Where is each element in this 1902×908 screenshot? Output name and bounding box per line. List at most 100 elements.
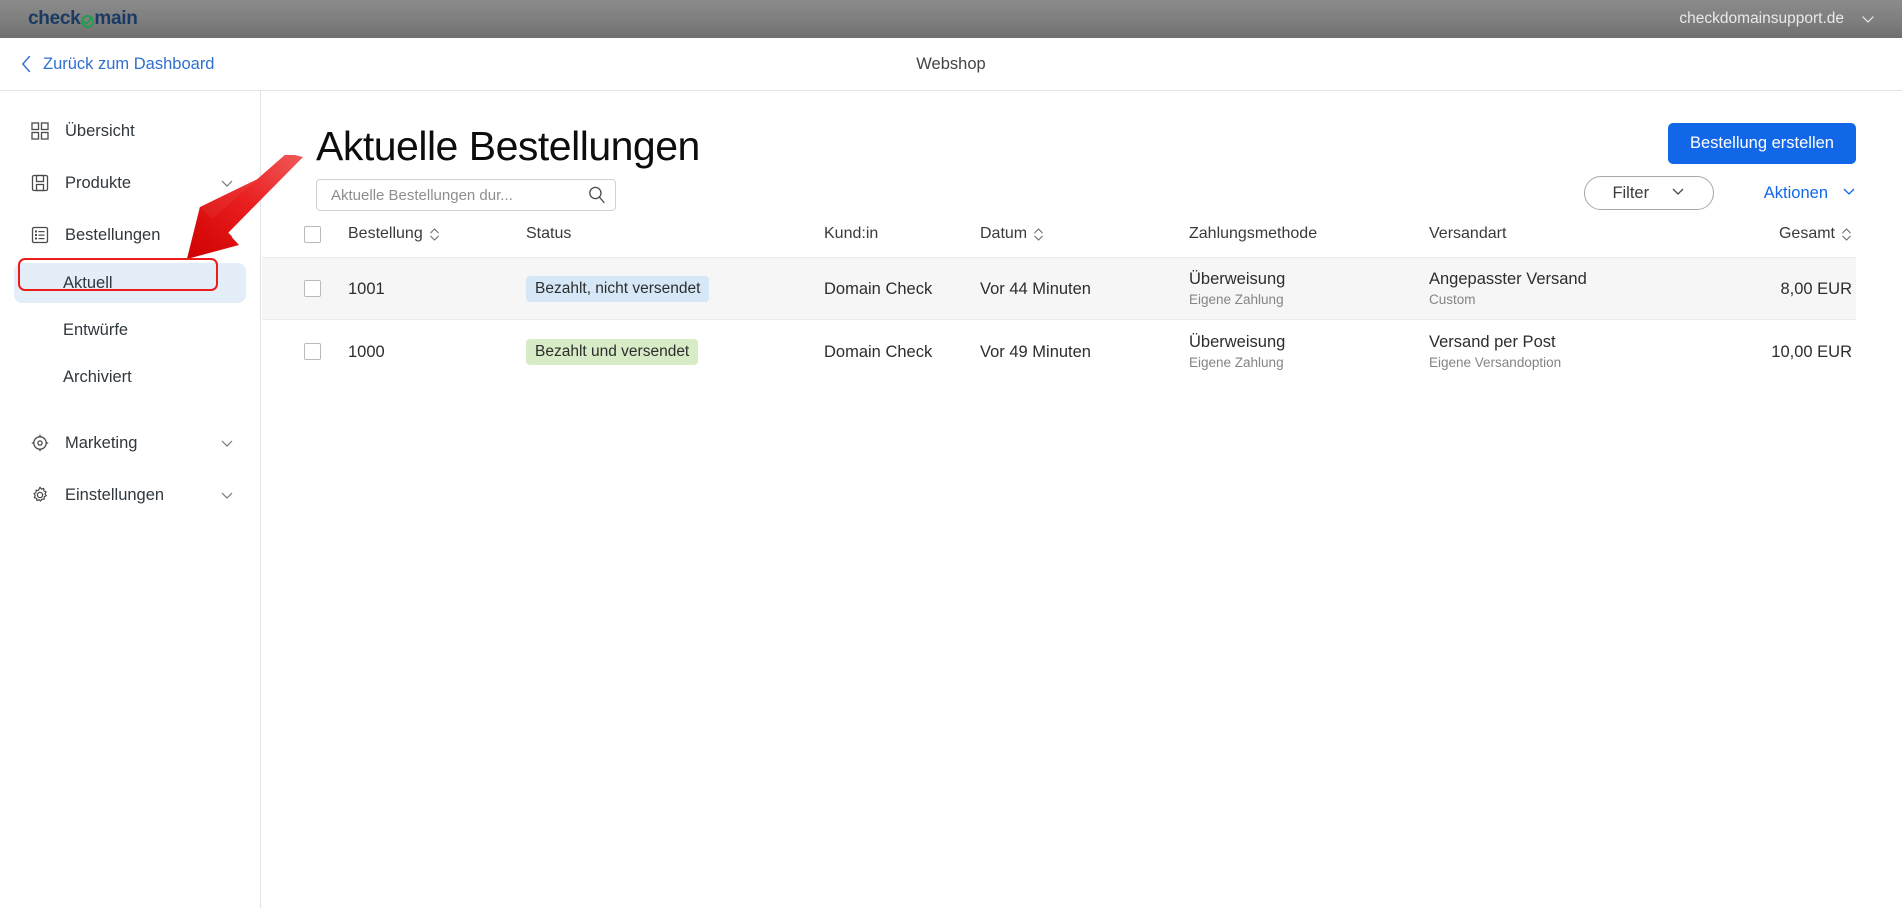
cell-date: Vor 44 Minuten [980, 279, 1189, 299]
payment-method-sub: Eigene Zahlung [1189, 291, 1429, 309]
logo-check-circle-icon [81, 13, 94, 26]
header-actions: Bestellung erstellen Filter Aktionen [1584, 123, 1856, 210]
sidebar-label: Produkte [65, 174, 220, 193]
spacer [0, 303, 260, 310]
customer-name: Domain Check [824, 280, 932, 298]
secondary-actions: Filter Aktionen [1584, 176, 1856, 210]
status-badge: Bezahlt, nicht versendet [526, 276, 709, 302]
actions-label: Aktionen [1764, 184, 1828, 203]
filter-label: Filter [1612, 184, 1649, 203]
sidebar-sublabel: Aktuell [63, 274, 113, 293]
col-label: Bestellung [348, 225, 423, 243]
order-number: 1001 [348, 280, 385, 298]
sidebar-label: Einstellungen [65, 486, 220, 505]
table-row[interactable]: 1000 Bezahlt und versendet Domain Check … [262, 320, 1856, 383]
search-icon[interactable] [587, 185, 607, 205]
sort-icon [1841, 227, 1852, 242]
cell-customer: Domain Check [824, 279, 980, 299]
sidebar-item-bestellungen[interactable]: Bestellungen [14, 215, 246, 255]
row-select-cell [276, 280, 348, 297]
sidebar-label: Übersicht [65, 122, 234, 141]
payment-method-sub: Eigene Zahlung [1189, 354, 1429, 372]
spacer [0, 350, 260, 357]
col-gesamt[interactable]: Gesamt [1686, 225, 1856, 243]
search-box [316, 179, 616, 211]
row-checkbox[interactable] [304, 343, 321, 360]
order-total: 10,00 EUR [1771, 343, 1852, 361]
account-name: checkdomainsupport.de [1679, 10, 1844, 28]
chevron-down-icon[interactable] [220, 488, 234, 502]
status-badge: Bezahlt und versendet [526, 339, 698, 365]
chevron-down-icon [1860, 11, 1876, 27]
sort-icon [429, 227, 440, 242]
top-bar: check main checkdomainsupport.de [0, 0, 1902, 38]
customer-name: Domain Check [824, 343, 932, 361]
target-icon [30, 434, 49, 453]
col-kundin: Kund:in [824, 225, 980, 243]
shipping-method: Versand per Post [1429, 332, 1686, 352]
sidebar-item-uebersicht[interactable]: Übersicht [14, 111, 246, 151]
order-date: Vor 49 Minuten [980, 343, 1091, 361]
cell-status: Bezahlt und versendet [526, 339, 824, 365]
cell-payment: Überweisung Eigene Zahlung [1189, 269, 1429, 309]
sidebar-item-archiviert[interactable]: Archiviert [14, 357, 246, 397]
table-header-row: Bestellung Status Kund:in Datum [262, 211, 1856, 257]
search-input[interactable] [316, 179, 616, 211]
col-status: Status [526, 225, 824, 243]
spacer [0, 255, 260, 263]
main-content: Aktuelle Bestellungen Bestellung erstell… [262, 91, 1902, 908]
chevron-down-icon [1842, 184, 1856, 203]
cell-date: Vor 49 Minuten [980, 342, 1189, 362]
sort-icon [1033, 227, 1044, 242]
shipping-method: Angepasster Versand [1429, 269, 1686, 289]
chevron-down-icon[interactable] [220, 436, 234, 450]
box-icon [30, 174, 49, 193]
col-datum[interactable]: Datum [980, 225, 1189, 243]
sidebar-item-entwuerfe[interactable]: Entwürfe [14, 310, 246, 350]
select-all-checkbox[interactable] [304, 226, 321, 243]
spacer [0, 397, 260, 423]
cell-shipping: Versand per Post Eigene Versandoption [1429, 332, 1686, 372]
col-label: Kund:in [824, 225, 878, 242]
sidebar-sublabel: Archiviert [63, 368, 132, 387]
sidebar-item-produkte[interactable]: Produkte [14, 163, 246, 203]
create-order-button[interactable]: Bestellung erstellen [1668, 123, 1856, 164]
chevron-down-icon [1671, 184, 1685, 203]
list-icon [30, 226, 49, 245]
col-zahlungsmethode: Zahlungsmethode [1189, 225, 1429, 243]
logo-text-suffix: main [94, 8, 137, 30]
col-bestellung[interactable]: Bestellung [348, 225, 526, 243]
cell-total: 10,00 EUR [1686, 342, 1856, 362]
payment-method: Überweisung [1189, 332, 1429, 352]
order-total: 8,00 EUR [1780, 280, 1852, 298]
shipping-method-sub: Eigene Versandoption [1429, 354, 1686, 372]
spacer [0, 151, 260, 163]
payment-method: Überweisung [1189, 269, 1429, 289]
chevron-up-icon[interactable] [220, 228, 234, 242]
cell-order-number: 1001 [348, 279, 526, 299]
col-label: Versandart [1429, 225, 1506, 242]
sidebar-item-marketing[interactable]: Marketing [14, 423, 246, 463]
checkdomain-logo[interactable]: check main [28, 8, 138, 30]
back-to-dashboard-link[interactable]: Zurück zum Dashboard [21, 55, 215, 74]
sidebar-label: Bestellungen [65, 226, 220, 245]
sidebar-item-einstellungen[interactable]: Einstellungen [14, 475, 246, 515]
filter-dropdown[interactable]: Filter [1584, 176, 1714, 210]
page-header: Aktuelle Bestellungen Bestellung erstell… [262, 91, 1902, 211]
account-menu[interactable]: checkdomainsupport.de [1679, 10, 1876, 28]
actions-dropdown[interactable]: Aktionen [1764, 184, 1856, 203]
order-date: Vor 44 Minuten [980, 280, 1091, 298]
orders-table: Bestellung Status Kund:in Datum [262, 211, 1902, 383]
sidebar-sublabel: Entwürfe [63, 321, 128, 340]
gear-icon [30, 486, 49, 505]
sub-header: Zurück zum Dashboard Webshop [0, 38, 1902, 91]
row-checkbox[interactable] [304, 280, 321, 297]
table-row[interactable]: 1001 Bezahlt, nicht versendet Domain Che… [262, 257, 1856, 320]
grid-icon [30, 122, 49, 141]
logo-text-prefix: check [28, 8, 80, 30]
spacer [0, 203, 260, 215]
order-number: 1000 [348, 343, 385, 361]
sidebar-item-aktuell[interactable]: Aktuell [14, 263, 246, 303]
col-versandart: Versandart [1429, 225, 1686, 243]
chevron-down-icon[interactable] [220, 176, 234, 190]
